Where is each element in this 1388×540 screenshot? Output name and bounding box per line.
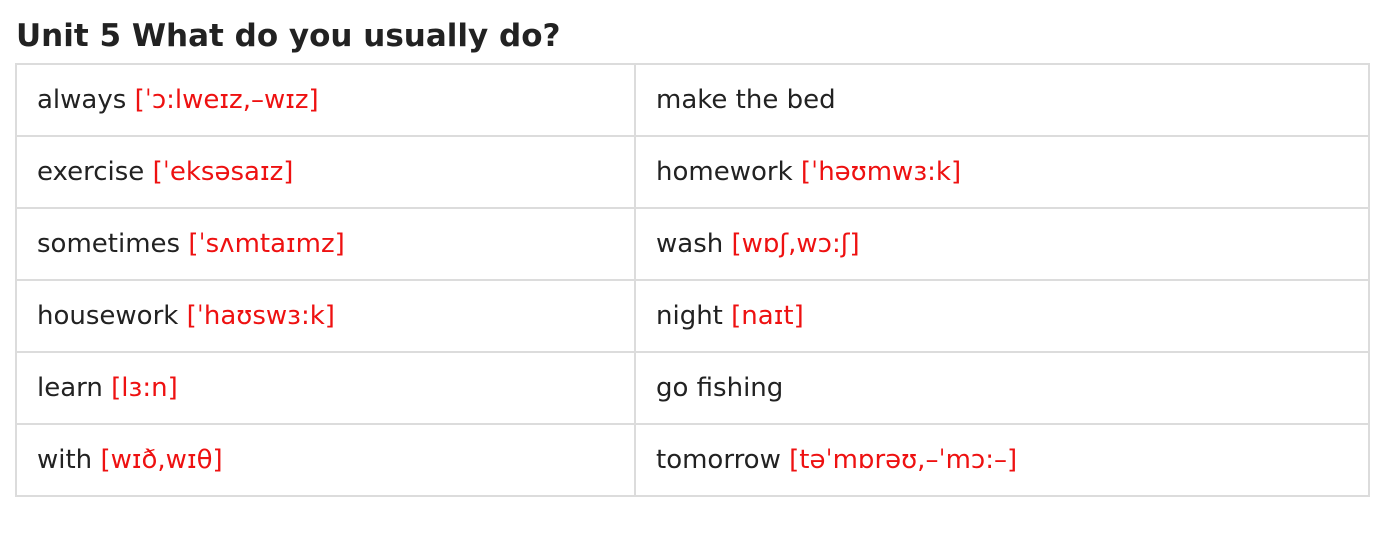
table-row: always [ˈɔ:lweɪz,–wɪz] make the bed <box>15 63 1370 137</box>
vocab-cell: always [ˈɔ:lweɪz,–wɪz] <box>15 63 636 137</box>
vocab-word: sometimes <box>37 229 181 259</box>
vocab-cell: night [naɪt] <box>634 279 1370 353</box>
vocab-word: housework <box>37 301 179 331</box>
vocab-cell: wash [wɒʃ,wɔ:ʃ] <box>634 207 1370 281</box>
page-title: Unit 5 What do you usually do? <box>16 18 561 54</box>
vocab-cell: homework [ˈhəʊmwɜ:k] <box>634 135 1370 209</box>
vocab-word: tomorrow <box>656 445 781 475</box>
vocab-cell: tomorrow [təˈmɒrəʊ,–ˈmɔ:–] <box>634 423 1370 497</box>
vocabulary-table: always [ˈɔ:lweɪz,–wɪz] make the bed exer… <box>15 63 1370 497</box>
table-row: housework [ˈhaʊswɜ:k] night [naɪt] <box>15 279 1370 353</box>
vocab-cell: exercise [ˈeksəsaɪz] <box>15 135 636 209</box>
vocab-phonetic: [ˈhəʊmwɜ:k] <box>800 157 962 187</box>
table-row: learn [lɜ:n] go fishing <box>15 351 1370 425</box>
table-row: sometimes [ˈsʌmtaɪmz] wash [wɒʃ,wɔ:ʃ] <box>15 207 1370 281</box>
vocab-word: night <box>656 301 723 331</box>
vocab-phonetic: [ˈɔ:lweɪz,–wɪz] <box>134 85 319 115</box>
vocab-phonetic: [ˈsʌmtaɪmz] <box>188 229 345 259</box>
vocab-word: exercise <box>37 157 145 187</box>
vocab-word: homework <box>656 157 793 187</box>
vocab-phonetic: [təˈmɒrəʊ,–ˈmɔ:–] <box>789 445 1018 475</box>
vocab-word: with <box>37 445 93 475</box>
vocab-word: always <box>37 85 127 115</box>
vocab-phonetic: [naɪt] <box>731 301 804 331</box>
vocab-cell: sometimes [ˈsʌmtaɪmz] <box>15 207 636 281</box>
vocab-phonetic: [lɜ:n] <box>111 373 178 403</box>
vocab-cell: learn [lɜ:n] <box>15 351 636 425</box>
vocab-word: make the bed <box>656 85 836 115</box>
table-row: with [wɪð,wɪθ] tomorrow [təˈmɒrəʊ,–ˈmɔ:–… <box>15 423 1370 497</box>
vocab-cell: make the bed <box>634 63 1370 137</box>
vocab-phonetic: [ˈhaʊswɜ:k] <box>186 301 335 331</box>
vocab-phonetic: [wɪð,wɪθ] <box>100 445 223 475</box>
vocab-word: go fishing <box>656 373 784 403</box>
vocab-word: learn <box>37 373 103 403</box>
vocab-cell: housework [ˈhaʊswɜ:k] <box>15 279 636 353</box>
vocab-phonetic: [wɒʃ,wɔ:ʃ] <box>731 229 860 259</box>
vocab-cell: with [wɪð,wɪθ] <box>15 423 636 497</box>
vocab-cell: go fishing <box>634 351 1370 425</box>
table-row: exercise [ˈeksəsaɪz] homework [ˈhəʊmwɜ:k… <box>15 135 1370 209</box>
vocab-phonetic: [ˈeksəsaɪz] <box>152 157 294 187</box>
vocab-word: wash <box>656 229 724 259</box>
